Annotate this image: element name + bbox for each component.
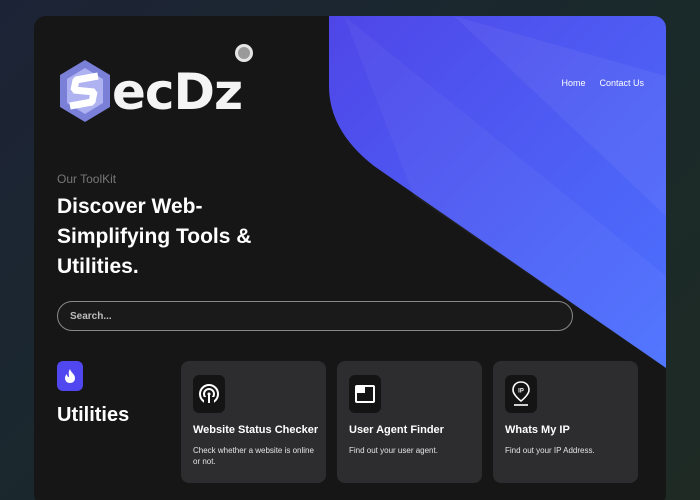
top-nav: Home Contact Us	[561, 78, 644, 88]
card-website-status[interactable]: Website Status Checker Check whether a w…	[181, 361, 326, 483]
logo-hexagon-icon	[60, 60, 110, 122]
nav-home-link[interactable]: Home	[561, 78, 585, 88]
ip-location-icon: IP	[505, 375, 537, 413]
section-title: Utilities	[57, 404, 130, 426]
nav-contact-link[interactable]: Contact Us	[599, 78, 644, 88]
card-description: Find out your user agent.	[349, 446, 438, 455]
signal-icon	[193, 375, 225, 413]
card-title: User Agent Finder	[349, 424, 444, 436]
card-user-agent[interactable]: User Agent Finder Find out your user age…	[337, 361, 482, 483]
app-window: ecDz Home Contact Us Our ToolKit Discove…	[34, 16, 666, 500]
fire-icon	[57, 361, 83, 391]
card-description: Find out your IP Address.	[505, 446, 595, 455]
card-whats-my-ip[interactable]: IP Whats My IP Find out your IP Address.	[493, 361, 638, 483]
browser-window-icon	[349, 375, 381, 413]
hero-eyebrow: Our ToolKit	[57, 172, 117, 186]
hero-headline: Discover Web-Simplifying Tools & Utiliti…	[57, 195, 252, 278]
card-title: Whats My IP	[505, 424, 570, 436]
search-input[interactable]	[57, 301, 573, 331]
brand-name: ecDz	[112, 63, 243, 121]
theme-toggle[interactable]	[235, 44, 253, 62]
svg-text:IP: IP	[518, 389, 524, 395]
card-description: Check whether a website is online or not…	[193, 446, 314, 466]
card-title: Website Status Checker	[193, 424, 319, 436]
